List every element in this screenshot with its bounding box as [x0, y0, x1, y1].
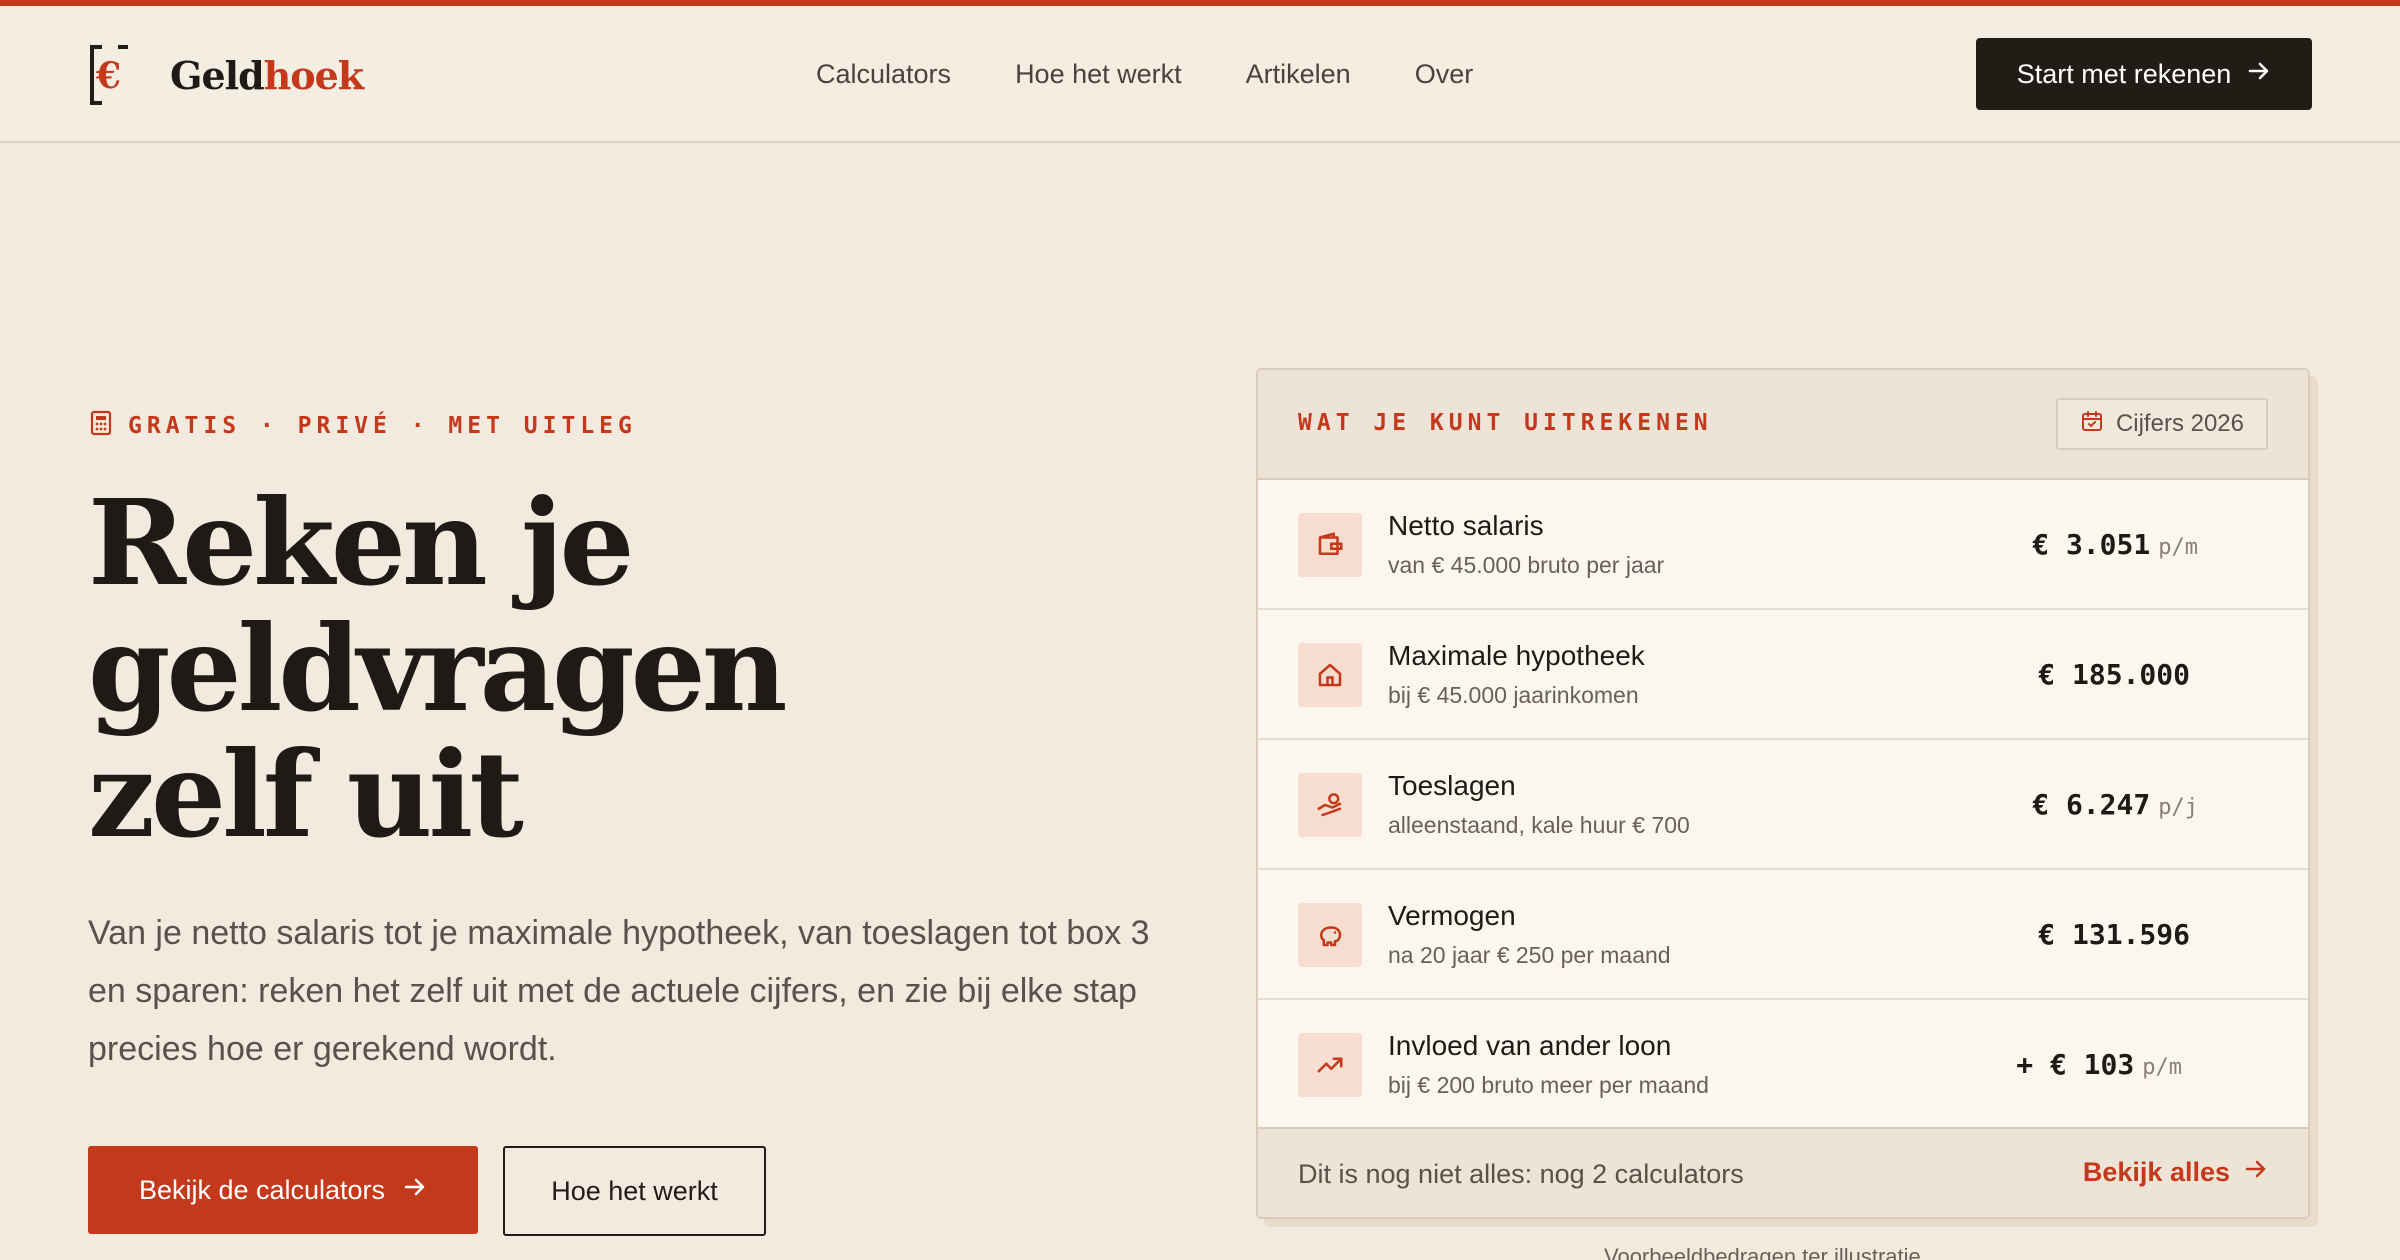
- nav-artikelen[interactable]: Artikelen: [1246, 54, 1351, 94]
- card-title: WAT JE KUNT UITREKENEN: [1298, 410, 1713, 436]
- hand-coins-icon: [1298, 773, 1362, 837]
- row-title: Netto salaris: [1388, 510, 1544, 541]
- row-amount: € 185.000: [2038, 658, 2190, 691]
- calendar-icon: [2080, 409, 2104, 440]
- illustration-note: Voorbeeldbedragen ter illustratie: [1604, 1244, 1921, 1260]
- row-value: + € 103 p/m: [2016, 1048, 2182, 1081]
- card-footer: Dit is nog niet alles: nog 2 calculators…: [1258, 1127, 2308, 1217]
- row-unit: p/m: [2142, 1055, 2182, 1080]
- euro-bracket-logo-icon: €: [88, 44, 132, 106]
- site-header: € Geldhoek Calculators Hoe het werkt Art…: [0, 6, 2400, 143]
- year-badge: Cijfers 2026: [2055, 398, 2268, 450]
- row-value: € 3.051 p/m: [2032, 528, 2198, 561]
- row-title: Toeslagen: [1388, 770, 1516, 801]
- logo-wordmark: Geldhoek: [170, 52, 364, 98]
- headline-line-3: zelf uit: [88, 725, 524, 864]
- row-amount: + € 103: [2016, 1048, 2135, 1081]
- row-title: Vermogen: [1388, 900, 1516, 931]
- row-title: Maximale hypotheek: [1388, 640, 1645, 671]
- piggy-bank-icon: [1298, 903, 1362, 967]
- row-subtitle: alleenstaand, kale huur € 700: [1388, 812, 1690, 838]
- wallet-icon: [1298, 513, 1362, 577]
- row-value: € 185.000: [2038, 658, 2198, 691]
- calculator-row-toeslagen[interactable]: Toeslagen alleenstaand, kale huur € 700 …: [1258, 740, 2308, 870]
- row-subtitle: van € 45.000 bruto per jaar: [1388, 552, 1665, 578]
- main-nav: Calculators Hoe het werkt Artikelen Over: [816, 54, 1537, 94]
- calculator-row-vermogen[interactable]: Vermogen na 20 jaar € 250 per maand € 13…: [1258, 870, 2308, 1000]
- nav-hoe-het-werkt[interactable]: Hoe het werkt: [1015, 54, 1182, 94]
- row-subtitle: na 20 jaar € 250 per maand: [1388, 942, 1671, 968]
- hero-lead: Van je netto salaris tot je maximale hyp…: [88, 914, 1150, 1068]
- row-value: € 131.596: [2038, 918, 2198, 951]
- how-it-works-label: Hoe het werkt: [551, 1175, 718, 1206]
- row-title: Invloed van ander loon: [1388, 1030, 1672, 1061]
- row-amount: € 3.051: [2032, 528, 2151, 561]
- hero-eyebrow-text: GRATIS · PRIVÉ · MET UITLEG: [128, 413, 637, 439]
- nav-over[interactable]: Over: [1415, 54, 1474, 94]
- view-all-label: Bekijk alles: [2082, 1157, 2230, 1187]
- headline-line-1: Reken je: [88, 473, 635, 612]
- row-unit: p/m: [2158, 535, 2198, 560]
- how-it-works-button[interactable]: Hoe het werkt: [503, 1146, 766, 1236]
- calculators-card: WAT JE KUNT UITREKENEN Cijfers 2026 Nett…: [1256, 368, 2310, 1219]
- year-badge-label: Cijfers 2026: [2115, 410, 2244, 437]
- hero-eyebrow: GRATIS · PRIVÉ · MET UITLEG: [90, 410, 637, 442]
- calculator-row-maximale-hypotheek[interactable]: Maximale hypotheek bij € 45.000 jaarinko…: [1258, 610, 2308, 740]
- card-footer-text: Dit is nog niet alles: nog 2 calculators: [1298, 1159, 1744, 1189]
- arrow-right-icon: [2247, 59, 2271, 90]
- row-value: € 6.247 p/j: [2032, 788, 2198, 821]
- calculator-row-netto-salaris[interactable]: Netto salaris van € 45.000 bruto per jaa…: [1258, 480, 2308, 610]
- start-calculating-label: Start met rekenen: [2016, 58, 2232, 89]
- arrow-right-icon: [2244, 1157, 2268, 1188]
- headline-line-2: geldvragen: [88, 599, 787, 738]
- row-amount: € 131.596: [2038, 918, 2190, 951]
- house-icon: [1298, 643, 1362, 707]
- card-header: WAT JE KUNT UITREKENEN Cijfers 2026: [1258, 370, 2308, 480]
- logo[interactable]: € Geldhoek: [88, 44, 364, 106]
- row-unit: p/j: [2158, 795, 2198, 820]
- view-all-link[interactable]: Bekijk alles: [2083, 1157, 2268, 1188]
- svg-text:€: €: [95, 55, 121, 97]
- hero-headline: Reken je geldvragen zelf uit: [88, 480, 888, 858]
- arrow-right-icon: [403, 1175, 427, 1206]
- row-subtitle: bij € 200 bruto meer per maand: [1388, 1072, 1709, 1098]
- row-amount: € 6.247: [2032, 788, 2151, 821]
- row-subtitle: bij € 45.000 jaarinkomen: [1388, 682, 1639, 708]
- calculator-row-invloed-ander-loon[interactable]: Invloed van ander loon bij € 200 bruto m…: [1258, 1000, 2308, 1130]
- start-calculating-button[interactable]: Start met rekenen: [1976, 38, 2312, 110]
- view-calculators-label: Bekijk de calculators: [138, 1174, 386, 1205]
- calculator-icon: [90, 410, 112, 442]
- nav-calculators[interactable]: Calculators: [816, 54, 951, 94]
- trending-up-icon: [1298, 1033, 1362, 1097]
- view-calculators-button[interactable]: Bekijk de calculators: [88, 1146, 478, 1234]
